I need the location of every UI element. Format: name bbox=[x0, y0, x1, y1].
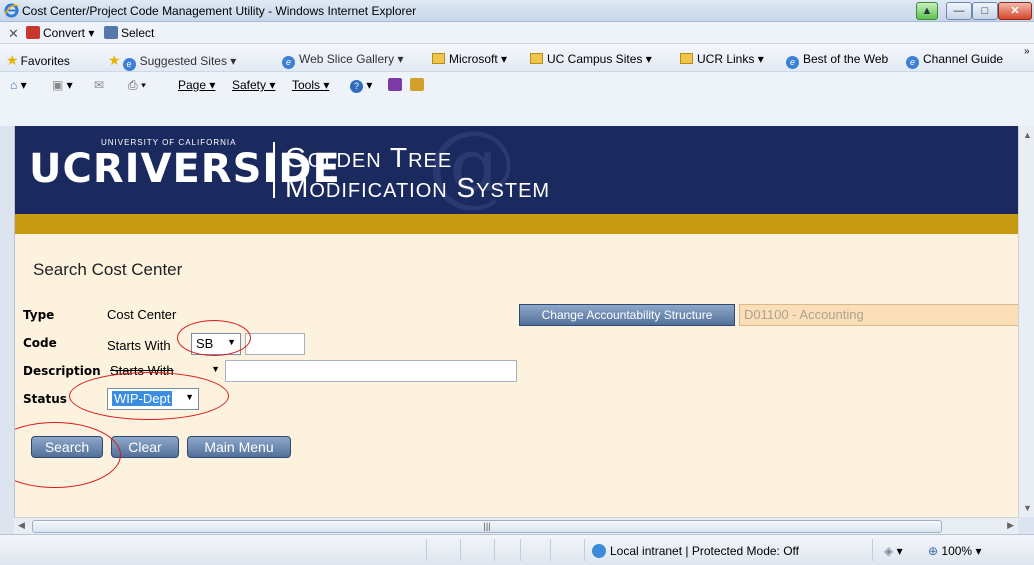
convert-menu[interactable]: Convert ▾ bbox=[26, 26, 94, 40]
page-menu[interactable]: Page ▾ bbox=[178, 78, 215, 92]
clear-button[interactable]: Clear bbox=[111, 436, 179, 458]
ie-page-icon: e bbox=[122, 58, 136, 71]
overflow-chevron-icon[interactable]: » bbox=[1024, 46, 1030, 57]
main-menu-button[interactable]: Main Menu bbox=[187, 436, 291, 458]
accountability-field: D01100 - Accounting bbox=[739, 304, 1018, 326]
folder-icon bbox=[432, 53, 445, 64]
rss-icon: ▣ bbox=[52, 78, 64, 92]
folder-icon bbox=[680, 53, 693, 64]
horizontal-scroll-thumb[interactable]: ||| bbox=[32, 520, 942, 533]
scroll-left-icon[interactable]: ◀ bbox=[18, 520, 25, 531]
research-icon[interactable] bbox=[410, 78, 427, 92]
home-button[interactable]: ⌂ ▾ bbox=[10, 78, 27, 92]
shield-icon: ◈ bbox=[884, 544, 894, 558]
pdf-toolbar: ✕ Convert ▾ Select bbox=[0, 22, 1034, 44]
star-icon: ★ bbox=[6, 52, 19, 68]
fav-web-slice-gallery[interactable]: e Web Slice Gallery ▾ bbox=[282, 52, 404, 69]
protected-mode-button[interactable]: ◈ ▾ bbox=[884, 544, 903, 558]
favorites-bar: ★ Favorites ★ e Suggested Sites ▾ e Web Slic… bbox=[0, 44, 1034, 72]
ie-page-icon: e bbox=[282, 56, 295, 69]
fav-channel-guide[interactable]: e Channel Guide bbox=[906, 52, 1003, 69]
mail-icon: ✉ bbox=[94, 78, 105, 92]
chevron-down-icon: ▼ bbox=[211, 364, 220, 374]
help-button[interactable]: ? ▾ bbox=[350, 78, 372, 93]
globe-icon bbox=[592, 544, 606, 558]
description-label: Description bbox=[23, 364, 101, 378]
scroll-right-icon[interactable]: ▶ bbox=[1007, 520, 1014, 531]
close-toolbar-icon[interactable]: ✕ bbox=[8, 26, 19, 42]
horizontal-scrollbar[interactable]: ◀ ||| ▶ bbox=[14, 517, 1018, 534]
fav-uc-campus-sites[interactable]: UC Campus Sites ▾ bbox=[530, 52, 652, 66]
fav-microsoft[interactable]: Microsoft ▾ bbox=[432, 52, 507, 66]
description-input[interactable] bbox=[225, 360, 517, 382]
scroll-up-icon[interactable]: ▲ bbox=[1023, 130, 1032, 140]
annotation-oval-status bbox=[69, 372, 229, 420]
ie-page-icon: e bbox=[906, 56, 919, 69]
code-match-text: Starts With bbox=[107, 338, 171, 353]
security-zone: Local intranet | Protected Mode: Off bbox=[592, 544, 799, 558]
code-label: Code bbox=[23, 336, 57, 350]
fav-suggested-sites[interactable]: ★ e Suggested Sites ▾ bbox=[108, 52, 236, 71]
zoom-button[interactable]: ⊕ 100% ▾ bbox=[928, 544, 981, 558]
vertical-scrollbar[interactable]: ▲ ▼ bbox=[1018, 126, 1034, 517]
home-icon: ⌂ bbox=[10, 78, 18, 92]
window-title: Cost Center/Project Code Management Util… bbox=[22, 4, 417, 18]
printer-icon: ⎙ bbox=[128, 78, 138, 92]
select-button[interactable]: Select bbox=[104, 26, 154, 40]
fav-best-of-the-web[interactable]: e Best of the Web bbox=[786, 52, 888, 69]
fav-ucr-links[interactable]: UCR Links ▾ bbox=[680, 52, 764, 66]
type-value: Cost Center bbox=[107, 307, 177, 322]
close-button[interactable]: ✕ bbox=[998, 2, 1032, 20]
print-button[interactable]: ⎙ ▾ bbox=[128, 78, 146, 93]
favorites-button[interactable]: ★ Favorites bbox=[6, 52, 70, 69]
add-favorite-icon: ★ bbox=[108, 52, 121, 68]
type-label: Type bbox=[23, 308, 55, 322]
onenote-icon[interactable] bbox=[388, 78, 405, 92]
command-bar: ⌂ ▾ ▣ ▾ ✉ ⎙ ▾ Page ▾ Safety ▾ Tools ▾ ? … bbox=[0, 72, 1034, 126]
compatibility-icon[interactable]: ▲ bbox=[916, 2, 938, 20]
help-icon: ? bbox=[350, 80, 363, 93]
folder-icon bbox=[530, 53, 543, 64]
safety-menu[interactable]: Safety ▾ bbox=[232, 78, 275, 92]
convert-icon bbox=[26, 26, 40, 39]
banner-divider bbox=[273, 142, 275, 198]
system-title-line1: Golden Tree bbox=[285, 142, 453, 173]
ie-page-icon: e bbox=[786, 56, 799, 69]
page-viewport: @ UNIVERSITY OF CALIFORNIA UCRIVERSIDE G… bbox=[14, 126, 1018, 517]
header-banner: @ UNIVERSITY OF CALIFORNIA UCRIVERSIDE G… bbox=[15, 126, 1018, 217]
scroll-down-icon[interactable]: ▼ bbox=[1023, 503, 1032, 513]
maximize-button[interactable]: □ bbox=[972, 2, 998, 20]
mail-button[interactable]: ✉ bbox=[94, 78, 104, 92]
window-title-bar: Cost Center/Project Code Management Util… bbox=[0, 0, 1034, 22]
minimize-button[interactable]: — bbox=[946, 2, 972, 20]
tools-menu[interactable]: Tools ▾ bbox=[292, 78, 329, 92]
select-icon bbox=[104, 26, 118, 39]
internet-explorer-icon bbox=[4, 3, 19, 18]
gold-bar bbox=[15, 214, 1018, 234]
status-bar: Local intranet | Protected Mode: Off ◈ ▾… bbox=[0, 534, 1034, 565]
annotation-oval-code bbox=[177, 320, 251, 356]
annotation-oval-search bbox=[15, 422, 121, 488]
page-title: Search Cost Center bbox=[33, 260, 183, 279]
feeds-button[interactable]: ▣ ▾ bbox=[52, 78, 73, 92]
change-accountability-button[interactable]: Change Accountability Structure bbox=[519, 304, 735, 326]
code-input[interactable] bbox=[245, 333, 305, 355]
status-label: Status bbox=[23, 392, 67, 406]
system-title-line2: Modification System bbox=[285, 172, 551, 203]
zoom-icon: ⊕ bbox=[928, 544, 939, 558]
